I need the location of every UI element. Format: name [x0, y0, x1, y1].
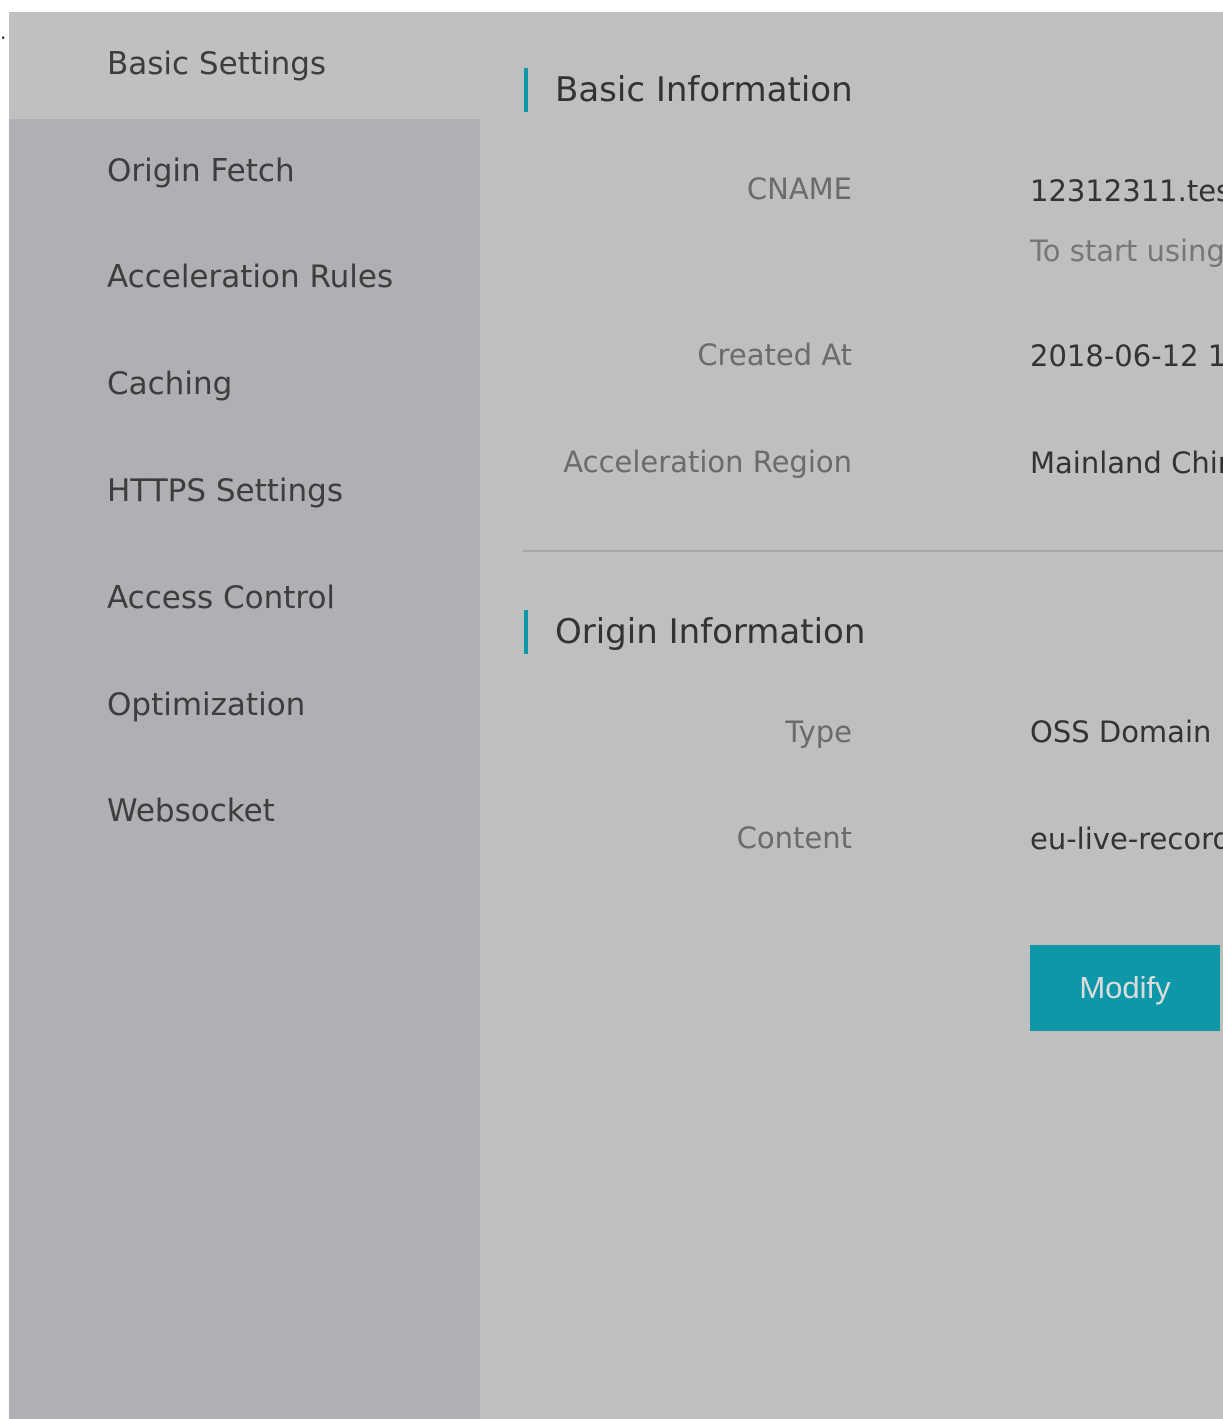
section-title: Basic Information	[555, 70, 853, 110]
sidebar-item-origin-fetch[interactable]: Origin Fetch	[9, 119, 480, 226]
origin-information-heading: Origin Information	[524, 610, 865, 654]
sidebar-item-label: Acceleration Rules	[107, 259, 394, 295]
settings-frame: Basic Settings Origin Fetch Acceleration…	[9, 12, 1223, 1419]
type-label: Type	[785, 715, 852, 749]
cname-label: CNAME	[746, 172, 852, 206]
sidebar-item-basic-settings[interactable]: Basic Settings	[9, 12, 480, 119]
sidebar-item-label: Optimization	[107, 687, 306, 723]
sidebar-item-access-control[interactable]: Access Control	[9, 547, 480, 654]
section-accent-bar	[524, 610, 528, 654]
section-divider	[523, 550, 1223, 552]
modify-button[interactable]: Modify	[1030, 945, 1220, 1031]
sidebar-item-label: HTTPS Settings	[107, 473, 344, 509]
sidebar-item-https-settings[interactable]: HTTPS Settings	[9, 440, 480, 547]
content-label: Content	[736, 821, 852, 855]
type-value: OSS Domain	[1030, 715, 1212, 749]
stray-dot: .	[0, 20, 7, 44]
basic-information-heading: Basic Information	[524, 68, 853, 112]
content-value: eu-live-record.	[1030, 822, 1223, 856]
sidebar-item-caching[interactable]: Caching	[9, 333, 480, 440]
acceleration-region-label: Acceleration Region	[563, 445, 852, 479]
section-title: Origin Information	[555, 612, 866, 652]
section-accent-bar	[524, 68, 528, 112]
page: . Basic Settings Origin Fetch Accelerati…	[0, 0, 1223, 1419]
created-at-label: Created At	[697, 338, 852, 372]
cname-value: 12312311.tes	[1030, 174, 1223, 208]
sidebar-item-label: Origin Fetch	[107, 153, 295, 189]
sidebar-item-optimization[interactable]: Optimization	[9, 654, 480, 761]
sidebar-nav: Basic Settings Origin Fetch Acceleration…	[9, 12, 480, 1419]
sidebar-item-acceleration-rules[interactable]: Acceleration Rules	[9, 226, 480, 333]
sidebar-item-label: Caching	[107, 366, 233, 402]
sidebar-item-label: Basic Settings	[107, 46, 327, 82]
sidebar-item-label: Websocket	[107, 793, 275, 829]
cname-hint: To start using	[1030, 234, 1223, 268]
main-content: Basic Information CNAME 12312311.tes To …	[480, 12, 1223, 1419]
created-at-value: 2018-06-12 1	[1030, 339, 1223, 373]
acceleration-region-value: Mainland Chin	[1030, 446, 1223, 480]
sidebar-item-label: Access Control	[107, 580, 336, 616]
sidebar-item-websocket[interactable]: Websocket	[9, 761, 480, 868]
